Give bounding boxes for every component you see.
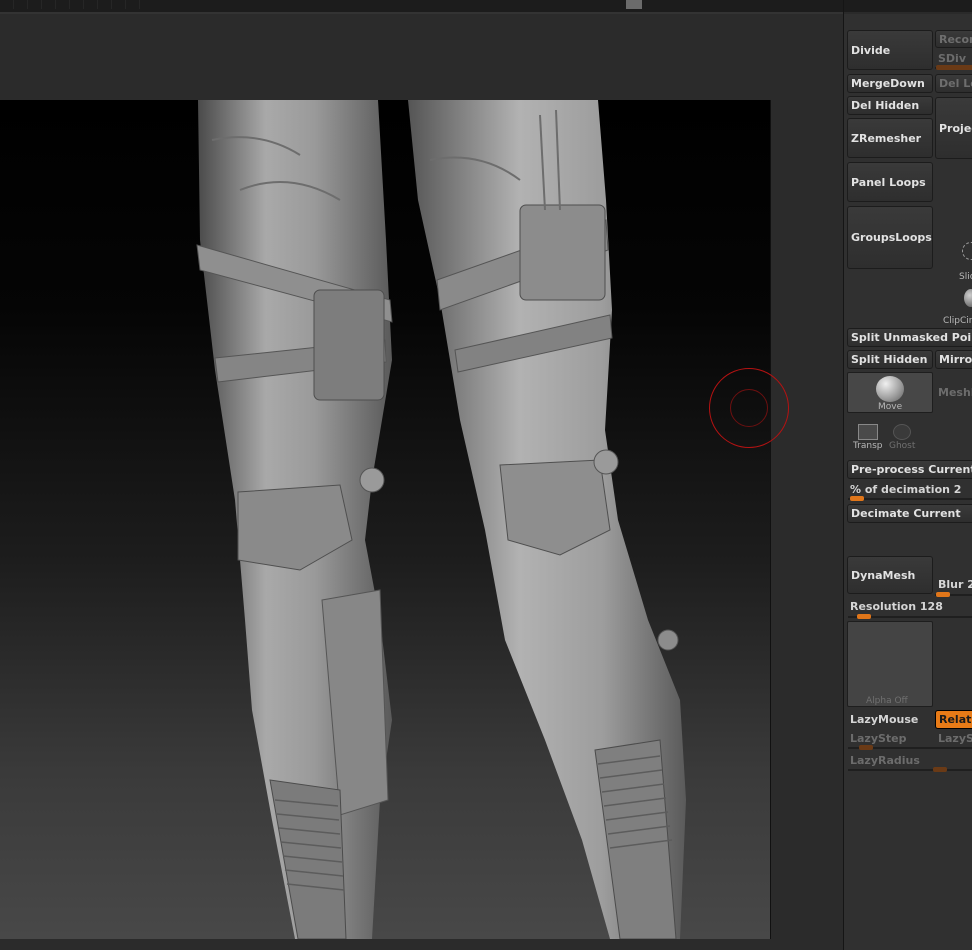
slice-curve-icon[interactable]: [962, 242, 972, 260]
split-hidden-button[interactable]: Split Hidden: [847, 350, 933, 369]
decimate-current-button[interactable]: Decimate Current: [847, 504, 972, 523]
shelf-segment: [14, 0, 28, 9]
resolution-slider-knob[interactable]: [857, 614, 871, 619]
merge-down-button[interactable]: MergeDown: [847, 74, 933, 93]
lazyradius-slider[interactable]: [848, 769, 972, 771]
move-brush-thumbnail[interactable]: Move: [847, 372, 933, 413]
shelf-segment: [28, 0, 42, 9]
shin-bolt: [657, 629, 679, 651]
shelf-segment: [56, 0, 70, 9]
clip-circle-label: ClipCir: [943, 316, 972, 326]
slice-label: Slic: [959, 272, 972, 282]
lazymouse-label[interactable]: LazyMouse: [850, 713, 918, 726]
meshi-label: MeshI: [938, 386, 972, 399]
blur-label: Blur 2: [938, 578, 972, 591]
decimation-slider-knob[interactable]: [850, 496, 864, 501]
brush-inner-circle: [730, 389, 768, 427]
divide-button[interactable]: Divide: [847, 30, 933, 70]
knee-bolt: [593, 449, 619, 475]
shelf-segment: [70, 0, 84, 9]
relative-toggle[interactable]: Relati: [935, 710, 972, 729]
decimation-label: % of decimation 2: [850, 483, 962, 496]
document-canvas[interactable]: [0, 14, 843, 950]
del-hidden-button[interactable]: Del Hidden: [847, 96, 933, 115]
shelf-segment: [112, 0, 126, 9]
blur-slider-knob[interactable]: [936, 592, 950, 597]
shelf-segment: [0, 0, 14, 9]
shelf-segment: [84, 0, 98, 9]
resolution-label: Resolution 128: [850, 600, 943, 613]
transp-label: Transp: [853, 441, 883, 451]
reconstruct-button[interactable]: Recon: [935, 30, 972, 48]
groups-loops-button[interactable]: GroupsLoops: [847, 206, 933, 269]
clip-circle-icon[interactable]: [964, 289, 972, 307]
sdiv-slider-knob[interactable]: [936, 65, 972, 70]
split-unmasked-points-button[interactable]: Split Unmasked Point: [847, 328, 972, 347]
shelf-segment: [126, 0, 140, 9]
lazystep-label: LazyStep: [850, 732, 907, 745]
move-brush-sphere-icon: [876, 376, 904, 402]
thigh-plate: [519, 204, 606, 301]
shelf-segment: [98, 0, 112, 9]
shelf-segment: [42, 0, 56, 9]
lazys-label: LazyS: [938, 732, 972, 745]
move-brush-label: Move: [878, 402, 903, 412]
transparency-icon[interactable]: [858, 424, 878, 440]
mirror-button[interactable]: Mirror: [935, 350, 972, 369]
thigh-plate: [313, 289, 385, 401]
preprocess-current-button[interactable]: Pre-process Current: [847, 460, 972, 479]
sdiv-label: SDiv: [938, 52, 966, 65]
panel-loops-button[interactable]: Panel Loops: [847, 162, 933, 202]
dynamesh-button[interactable]: DynaMesh: [847, 556, 933, 594]
project-button[interactable]: Projec: [935, 97, 972, 159]
del-lower-button[interactable]: Del Lo: [935, 74, 972, 93]
top-shelf-strip: [0, 0, 972, 12]
brush-circle-icon: [709, 368, 789, 448]
lazyradius-slider-knob[interactable]: [933, 767, 947, 772]
decimation-slider[interactable]: [848, 498, 972, 500]
geometry-tool-panel: Divide Recon SDiv MergeDown Del Lo Del H…: [844, 14, 972, 950]
knee-bolt: [359, 467, 385, 493]
alpha-off-label: Alpha Off: [866, 696, 908, 706]
ghost-label: Ghost: [889, 441, 916, 451]
alpha-thumbnail[interactable]: Alpha Off: [847, 621, 933, 707]
zremesher-button[interactable]: ZRemesher: [847, 118, 933, 158]
3d-viewport[interactable]: [0, 100, 771, 939]
sculpted-legs-model: [196, 100, 686, 939]
lazyradius-label: LazyRadius: [850, 754, 920, 767]
timeline-marker[interactable]: [626, 0, 642, 9]
lazystep-slider-knob[interactable]: [859, 745, 873, 750]
ghost-icon[interactable]: [893, 424, 911, 440]
